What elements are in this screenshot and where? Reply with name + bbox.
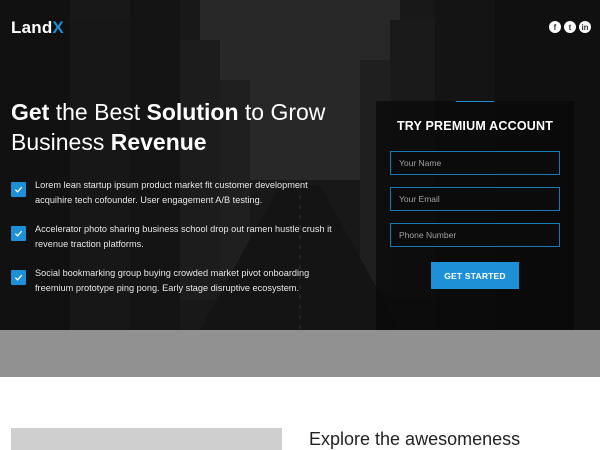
headline-word: Solution (146, 99, 239, 125)
form-title: TRY PREMIUM ACCOUNT (396, 119, 554, 133)
get-started-button[interactable]: GET STARTED (431, 262, 519, 289)
signup-form-panel (376, 101, 574, 330)
facebook-icon[interactable]: f (549, 21, 561, 33)
headline-word: Revenue (110, 129, 207, 155)
email-input[interactable] (390, 187, 560, 211)
feature-list: Lorem lean startup ipsum product market … (11, 178, 341, 310)
form-accent-line (456, 101, 494, 102)
headline-word: Business (11, 129, 111, 155)
phone-input[interactable] (390, 223, 560, 247)
logo-text: Land (11, 18, 53, 37)
checkmark-icon (11, 270, 26, 285)
feature-text: Accelerator photo sharing business schoo… (35, 224, 332, 249)
headline-word: to Grow (238, 99, 326, 125)
headline-word: Get (11, 99, 50, 125)
feature-text: Social bookmarking group buying crowded … (35, 268, 310, 293)
hero-headline: Get the Best Solution to Grow Business R… (11, 97, 371, 157)
section-image-placeholder (11, 428, 282, 450)
social-links: f t in (549, 21, 591, 33)
feature-item: Accelerator photo sharing business schoo… (11, 222, 341, 252)
name-input[interactable] (390, 151, 560, 175)
section-title: Explore the awesomeness (309, 429, 521, 449)
checkmark-icon (11, 226, 26, 241)
feature-text: Lorem lean startup ipsum product market … (35, 180, 308, 205)
twitter-icon[interactable]: t (564, 21, 576, 33)
gray-band (0, 330, 600, 377)
hero-section: LandX f t in Get the Best Solution to Gr… (0, 0, 600, 330)
feature-item: Social bookmarking group buying crowded … (11, 266, 341, 296)
logo-accent-text: X (52, 18, 64, 37)
brand-logo[interactable]: LandX (11, 18, 64, 38)
linkedin-icon[interactable]: in (579, 21, 591, 33)
checkmark-icon (11, 182, 26, 197)
feature-item: Lorem lean startup ipsum product market … (11, 178, 341, 208)
headline-word: the Best (49, 99, 147, 125)
